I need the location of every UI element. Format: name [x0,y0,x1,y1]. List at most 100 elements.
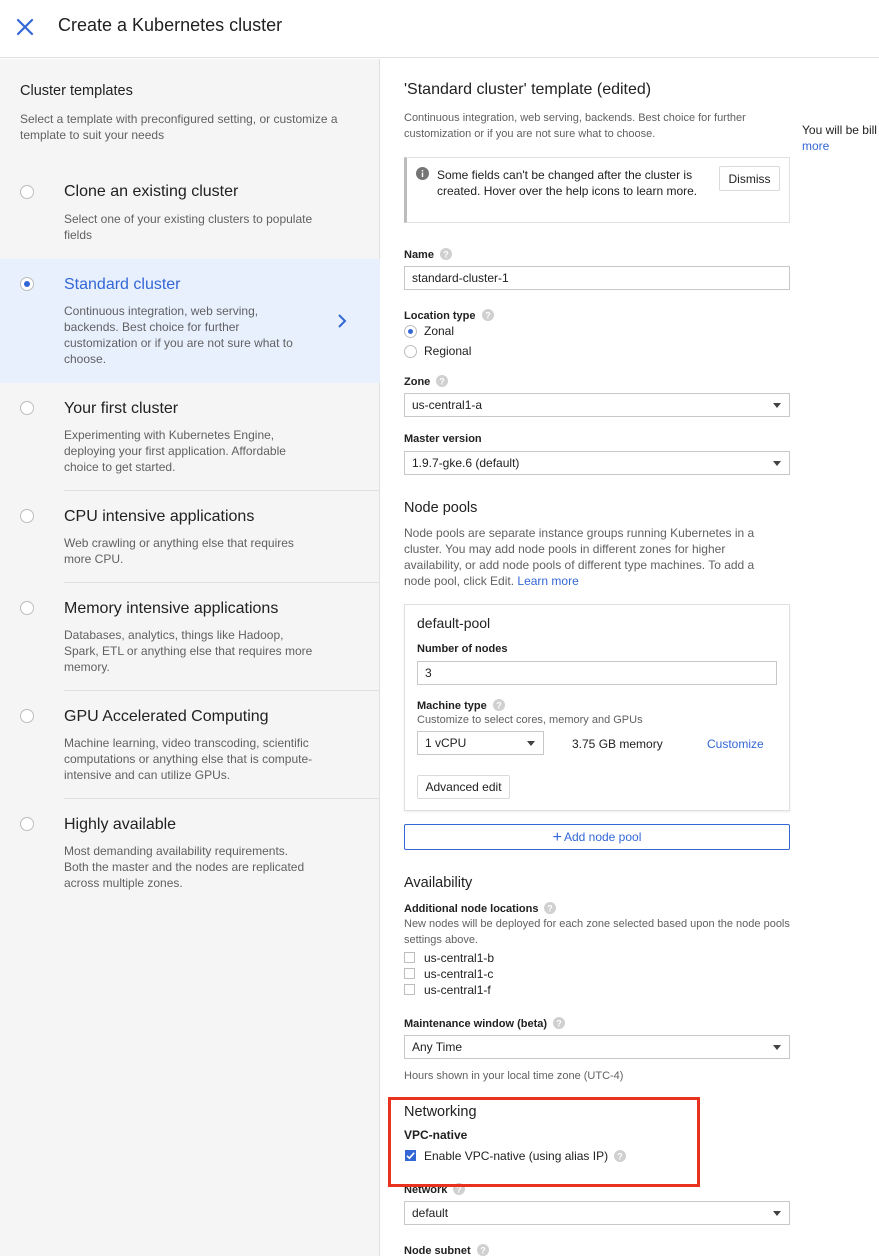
zone-value: us-central1-a [412,398,483,412]
enable-vpc-native-checkbox[interactable] [405,1150,416,1161]
plus-icon: + [552,829,562,846]
close-icon[interactable] [12,14,38,40]
template-first-cluster[interactable]: Your first cluster Experimenting with Ku… [0,383,380,491]
notice-box: Some fields can't be changed after the c… [404,157,790,223]
machine-type-select[interactable]: 1 vCPU [417,731,544,755]
node-locations-description: New nodes will be deployed for each zone… [404,918,790,946]
zone-select[interactable]: us-central1-a [404,393,790,417]
template-radio[interactable] [20,277,34,291]
template-description: Continuous integration, web serving, bac… [64,304,293,366]
svg-text:?: ? [480,1246,486,1256]
template-radio[interactable] [20,601,34,615]
chevron-down-icon [773,1045,781,1050]
chevron-right-icon [334,313,350,329]
template-description: Web crawling or anything else that requi… [64,536,294,566]
zone-label: Zone? [404,375,449,388]
maintenance-hint: Hours shown in your local time zone (UTC… [404,1070,624,1082]
billing-more-link[interactable]: more [802,139,829,153]
templates-description: Select a template with preconfigured set… [20,112,338,142]
template-radio[interactable] [20,709,34,723]
template-gpu-accelerated[interactable]: GPU Accelerated Computing Machine learni… [0,691,380,798]
svg-text:?: ? [617,1152,623,1162]
help-icon[interactable]: ? [544,902,557,914]
notice-text: Some fields can't be changed after the c… [437,168,698,198]
template-name: Memory intensive applications [64,600,279,617]
info-icon [416,167,429,180]
learn-more-link[interactable]: Learn more [517,574,578,588]
checkbox-us-central1-f[interactable] [404,984,415,995]
pool-name: default-pool [417,615,491,631]
help-icon[interactable]: ? [436,375,449,387]
template-standard-cluster[interactable]: Standard cluster Continuous integration,… [0,259,380,383]
node-pools-description-text: Node pools are separate instance groups … [404,526,755,588]
chevron-down-icon [773,1211,781,1216]
networking-title: Networking [404,1104,477,1120]
advanced-edit-button[interactable]: Advanced edit [417,775,510,799]
template-highly-available[interactable]: Highly available Most demanding availabi… [0,799,380,906]
template-description: Databases, analytics, things like Hadoop… [64,628,313,674]
maintenance-window-select[interactable]: Any Time [404,1035,790,1059]
vpc-native-checkbox-text: Enable VPC-native (using alias IP) [424,1149,609,1163]
svg-text:?: ? [443,250,449,260]
template-radio[interactable] [20,817,34,831]
customize-link[interactable]: Customize [707,737,764,751]
network-select[interactable]: default [404,1201,790,1225]
node-pools-description: Node pools are separate instance groups … [404,525,774,589]
billing-text: You will be bill [802,123,877,137]
master-version-value: 1.9.7-gke.6 (default) [412,456,520,470]
template-name: Highly available [64,816,177,833]
template-description: Experimenting with Kubernetes Engine, de… [64,428,286,474]
help-icon[interactable]: ? [453,1183,466,1195]
node-subnet-label: Node subnet? [404,1244,489,1256]
vpc-native-checkbox-label: Enable VPC-native (using alias IP)? [424,1149,627,1163]
svg-text:?: ? [556,1019,562,1029]
add-node-pool-button[interactable]: + Add node pool [404,824,790,850]
dismiss-button[interactable]: Dismiss [719,166,780,191]
help-icon[interactable]: ? [553,1017,566,1029]
help-icon[interactable]: ? [439,248,452,260]
cluster-form: 'Standard cluster' template (edited) Con… [381,59,879,1256]
template-clone-existing[interactable]: Clone an existing cluster Select one of … [0,167,380,257]
network-value: default [412,1206,449,1220]
machine-type-label-text: Machine type [417,700,487,712]
template-name: CPU intensive applications [64,508,255,525]
help-icon[interactable]: ? [476,1244,489,1256]
cluster-name-input[interactable] [404,266,790,290]
name-label-text: Name [404,249,434,261]
svg-text:?: ? [548,904,554,914]
templates-panel: Cluster templates Select a template with… [0,59,380,1256]
template-description: Select one of your existing clusters to … [64,212,313,242]
machine-type-value: 1 vCPU [425,736,467,750]
chevron-down-icon [527,741,535,746]
svg-text:?: ? [440,377,446,387]
template-radio[interactable] [20,401,34,415]
radio-dot[interactable] [404,325,417,338]
template-name: GPU Accelerated Computing [64,708,269,725]
help-icon[interactable]: ? [481,309,494,321]
memory-value: 3.75 GB memory [572,737,663,751]
radio-label: Regional [424,344,472,358]
node-pool-card: default-pool Number of nodes Machine typ… [404,604,790,811]
maintenance-label: Maintenance window (beta)? [404,1017,566,1030]
template-memory-intensive[interactable]: Memory intensive applications Databases,… [0,583,380,690]
checkbox-us-central1-c[interactable] [404,968,415,979]
template-description: Machine learning, video transcoding, sci… [64,736,313,782]
location-type-label: Location type? [404,309,494,322]
radio-dot[interactable] [404,345,417,358]
help-icon[interactable]: ? [492,699,505,711]
number-of-nodes-input[interactable] [417,661,777,685]
template-name: Standard cluster [64,276,181,293]
nodes-label: Number of nodes [417,643,508,655]
template-radio[interactable] [20,185,34,199]
checkbox-us-central1-b[interactable] [404,952,415,963]
radio-zonal[interactable]: Zonal [404,324,504,340]
network-label-text: Network [404,1184,448,1196]
maintenance-value: Any Time [412,1040,463,1054]
radio-regional[interactable]: Regional [404,344,504,360]
add-node-pool-label: Add node pool [563,830,642,844]
help-icon[interactable]: ? [614,1150,627,1162]
template-cpu-intensive[interactable]: CPU intensive applications Web crawling … [0,491,380,582]
template-radio[interactable] [20,509,34,523]
master-version-select[interactable]: 1.9.7-gke.6 (default) [404,451,790,475]
zone-label-text: Zone [404,376,431,388]
